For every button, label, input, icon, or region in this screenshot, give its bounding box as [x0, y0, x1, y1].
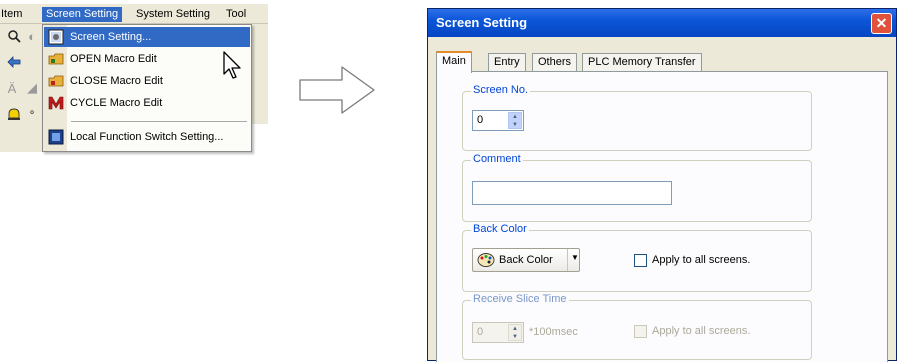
receive-slice-unit: *100msec	[529, 326, 578, 338]
receive-slice-apply-all-checkbox	[634, 325, 647, 338]
menu-bar: Item Screen Setting System Setting Tool	[0, 4, 268, 24]
back-color-button[interactable]: Back Color ▼	[472, 248, 580, 272]
menu-item-tool[interactable]: Tool	[222, 7, 250, 22]
toolbar-strip-right	[250, 24, 268, 124]
spinner-buttons[interactable]: ▲ ▼	[508, 112, 522, 129]
toolbar-strip: ◐ Ä ◢ º	[0, 24, 42, 152]
link-tool-icon[interactable]	[6, 54, 22, 70]
cycle-macro-icon	[48, 95, 64, 111]
screen-setting-dialog: Screen Setting ✕ Main Entry Others PLC M…	[427, 8, 897, 362]
menu-item-item[interactable]: Item	[0, 7, 26, 22]
menu-option-label: Screen Setting...	[70, 31, 152, 43]
spin-up-icon: ▲	[512, 326, 518, 332]
chevron-down-icon[interactable]: ▼	[571, 253, 579, 262]
comment-input[interactable]	[472, 181, 672, 205]
menu-option-cycle-macro[interactable]: CYCLE Macro Edit	[44, 93, 250, 113]
menu-item-system-setting[interactable]: System Setting	[132, 7, 214, 22]
tool-text-icon: º	[30, 109, 34, 119]
receive-slice-apply-all-label: Apply to all screens.	[652, 325, 751, 337]
split-divider	[567, 249, 568, 271]
group-label-receive-slice-time: Receive Slice Time	[471, 293, 569, 305]
menu-snippet: Item Screen Setting System Setting Tool …	[0, 0, 268, 160]
local-function-switch-icon	[48, 129, 64, 145]
group-label-comment: Comment	[471, 153, 523, 165]
tab-entry[interactable]: Entry	[488, 53, 526, 72]
tab-main[interactable]: Main	[436, 51, 472, 73]
menu-option-screen-setting[interactable]: Screen Setting...	[44, 27, 250, 47]
menu-option-label: CYCLE Macro Edit	[70, 97, 163, 109]
back-color-apply-all-label[interactable]: Apply to all screens.	[652, 254, 750, 266]
group-screen-no: Screen No. 0 ▲ ▼	[462, 84, 812, 151]
spin-down-icon: ▼	[512, 334, 518, 340]
close-icon: ✕	[875, 15, 888, 31]
screen-no-spinner[interactable]: 0 ▲ ▼	[472, 110, 524, 131]
palette-icon	[477, 252, 495, 268]
tab-panel-main: Screen No. 0 ▲ ▼ Comment Back Color Back…	[436, 71, 888, 362]
group-back-color: Back Color Back Color ▼ Apply to all scr…	[462, 223, 812, 292]
spin-down-icon[interactable]: ▼	[509, 121, 521, 129]
group-receive-slice-time: Receive Slice Time 0 ▲ ▼ *100msec Apply …	[462, 293, 812, 360]
menu-option-local-function-switch[interactable]: Local Function Switch Setting...	[44, 127, 250, 147]
screen-no-value: 0	[477, 114, 484, 126]
group-label-screen-no: Screen No.	[471, 84, 531, 96]
right-arrow-icon	[298, 65, 378, 118]
close-button[interactable]: ✕	[871, 13, 892, 34]
open-macro-icon	[48, 51, 64, 67]
bell-tool-icon[interactable]	[6, 106, 22, 122]
menu-option-open-macro[interactable]: OPEN Macro Edit	[44, 49, 250, 69]
screen-setting-dropdown-menu: Screen Setting... OPEN Macro Edit CLOSE …	[42, 24, 252, 152]
menu-item-screen-setting[interactable]: Screen Setting	[42, 7, 123, 22]
text-tool-icon: Ä	[7, 80, 17, 96]
screen-setting-icon	[48, 29, 64, 45]
zoom-icon[interactable]	[6, 28, 22, 44]
menu-option-label: OPEN Macro Edit	[70, 53, 157, 65]
back-color-apply-all-checkbox[interactable]	[634, 254, 647, 267]
menu-option-label: CLOSE Macro Edit	[70, 75, 163, 87]
group-label-back-color: Back Color	[471, 223, 529, 235]
menu-separator	[71, 121, 247, 122]
disabled-tool-icon: ◐	[28, 28, 36, 44]
spinner-buttons: ▲ ▼	[508, 324, 522, 341]
mouse-pointer-icon	[222, 50, 244, 85]
draw-tool-icon: ◢	[27, 80, 37, 95]
tab-plc-memory-transfer[interactable]: PLC Memory Transfer	[582, 53, 702, 72]
close-macro-icon	[48, 73, 64, 89]
receive-slice-spinner: 0 ▲ ▼	[472, 322, 524, 343]
group-comment: Comment	[462, 153, 812, 222]
menu-option-close-macro[interactable]: CLOSE Macro Edit	[44, 71, 250, 91]
dialog-title: Screen Setting	[436, 15, 528, 30]
title-bar[interactable]: Screen Setting ✕	[428, 9, 896, 37]
receive-slice-value: 0	[477, 326, 484, 338]
tab-others[interactable]: Others	[532, 53, 578, 72]
spin-up-icon[interactable]: ▲	[509, 113, 521, 121]
back-color-button-label: Back Color	[499, 254, 553, 266]
menu-option-label: Local Function Switch Setting...	[70, 131, 224, 143]
